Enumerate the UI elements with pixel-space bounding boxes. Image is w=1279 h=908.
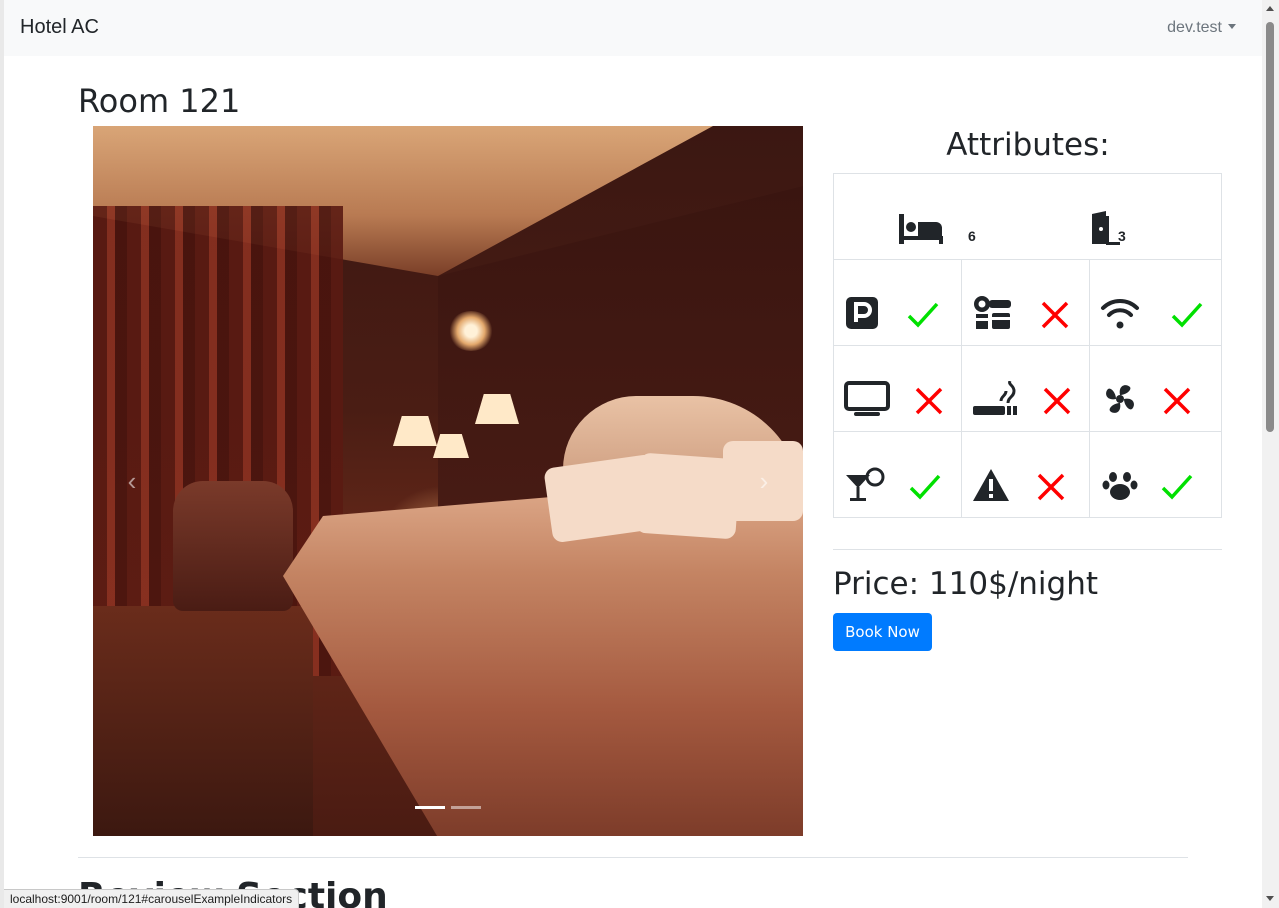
doors-count-value: 3 [1118, 228, 1126, 244]
check-icon [1171, 302, 1203, 328]
bed-icon [899, 214, 943, 244]
amenity-parking [834, 260, 962, 346]
status-bar-url: localhost:9001/room/121#carouselExampleI… [4, 889, 300, 908]
cross-icon [1043, 387, 1071, 415]
cross-icon [915, 387, 943, 415]
attributes-table: 6 3 [833, 173, 1222, 518]
photo-chandelier [448, 311, 494, 351]
caret-down-icon [1228, 24, 1236, 29]
amenity-pets [1090, 432, 1221, 518]
paw-icon [1102, 472, 1138, 500]
carousel-indicator-1[interactable] [415, 806, 445, 809]
amenity-smoking [962, 346, 1090, 432]
divider [78, 857, 1188, 858]
photo-armchair [173, 481, 293, 611]
amenity-bar [834, 432, 962, 518]
cross-icon [1041, 301, 1069, 329]
amenities-grid [834, 260, 1221, 518]
smoking-icon [973, 381, 1017, 415]
wifi-icon [1101, 298, 1139, 329]
brand-link[interactable]: Hotel AC [20, 16, 99, 39]
divider [833, 549, 1222, 550]
tv-icon [844, 381, 890, 416]
scroll-down-icon[interactable] [1266, 896, 1274, 901]
amenity-hair-dryer [962, 260, 1090, 346]
parking-icon [846, 297, 878, 329]
cocktail-icon [846, 467, 885, 501]
amenity-tv [834, 346, 962, 432]
room-photo-carousel[interactable]: ‹ › [93, 126, 803, 836]
scrollbar-thumb[interactable] [1266, 22, 1274, 432]
photo-floor [93, 606, 313, 836]
hair-dryer-icon [974, 296, 1011, 329]
capacity-row: 6 3 [834, 174, 1221, 260]
scroll-up-icon[interactable] [1266, 6, 1274, 11]
amenity-fan [1090, 346, 1221, 432]
attributes-heading: Attributes: [946, 127, 1110, 163]
page-scrollbar[interactable] [1262, 0, 1279, 908]
amenity-wifi [1090, 260, 1221, 346]
carousel-indicator-2[interactable] [451, 806, 481, 809]
carousel-indicators [415, 806, 481, 809]
photo-lamp [393, 416, 437, 446]
beds-count-value: 6 [968, 228, 976, 244]
check-icon [907, 302, 939, 328]
navbar: Hotel AC dev.test [4, 0, 1262, 56]
warning-icon [973, 469, 1009, 501]
user-menu-dropdown[interactable]: dev.test [1167, 19, 1236, 37]
carousel-prev-button[interactable]: ‹ [117, 466, 147, 496]
price-label: Price: 110$/night [833, 566, 1098, 602]
check-icon [1161, 474, 1193, 500]
user-menu-label: dev.test [1167, 19, 1222, 36]
book-now-button[interactable]: Book Now [833, 613, 932, 651]
cross-icon [1037, 473, 1065, 501]
cross-icon [1163, 387, 1191, 415]
amenity-warning [962, 432, 1090, 518]
fan-icon [1106, 385, 1134, 413]
browser-window: Hotel AC dev.test Room 121 ‹ › Attribute… [4, 0, 1262, 908]
page-title: Room 121 [78, 82, 241, 120]
door-icon [1084, 211, 1120, 245]
carousel-next-button[interactable]: › [749, 466, 779, 496]
check-icon [909, 474, 941, 500]
